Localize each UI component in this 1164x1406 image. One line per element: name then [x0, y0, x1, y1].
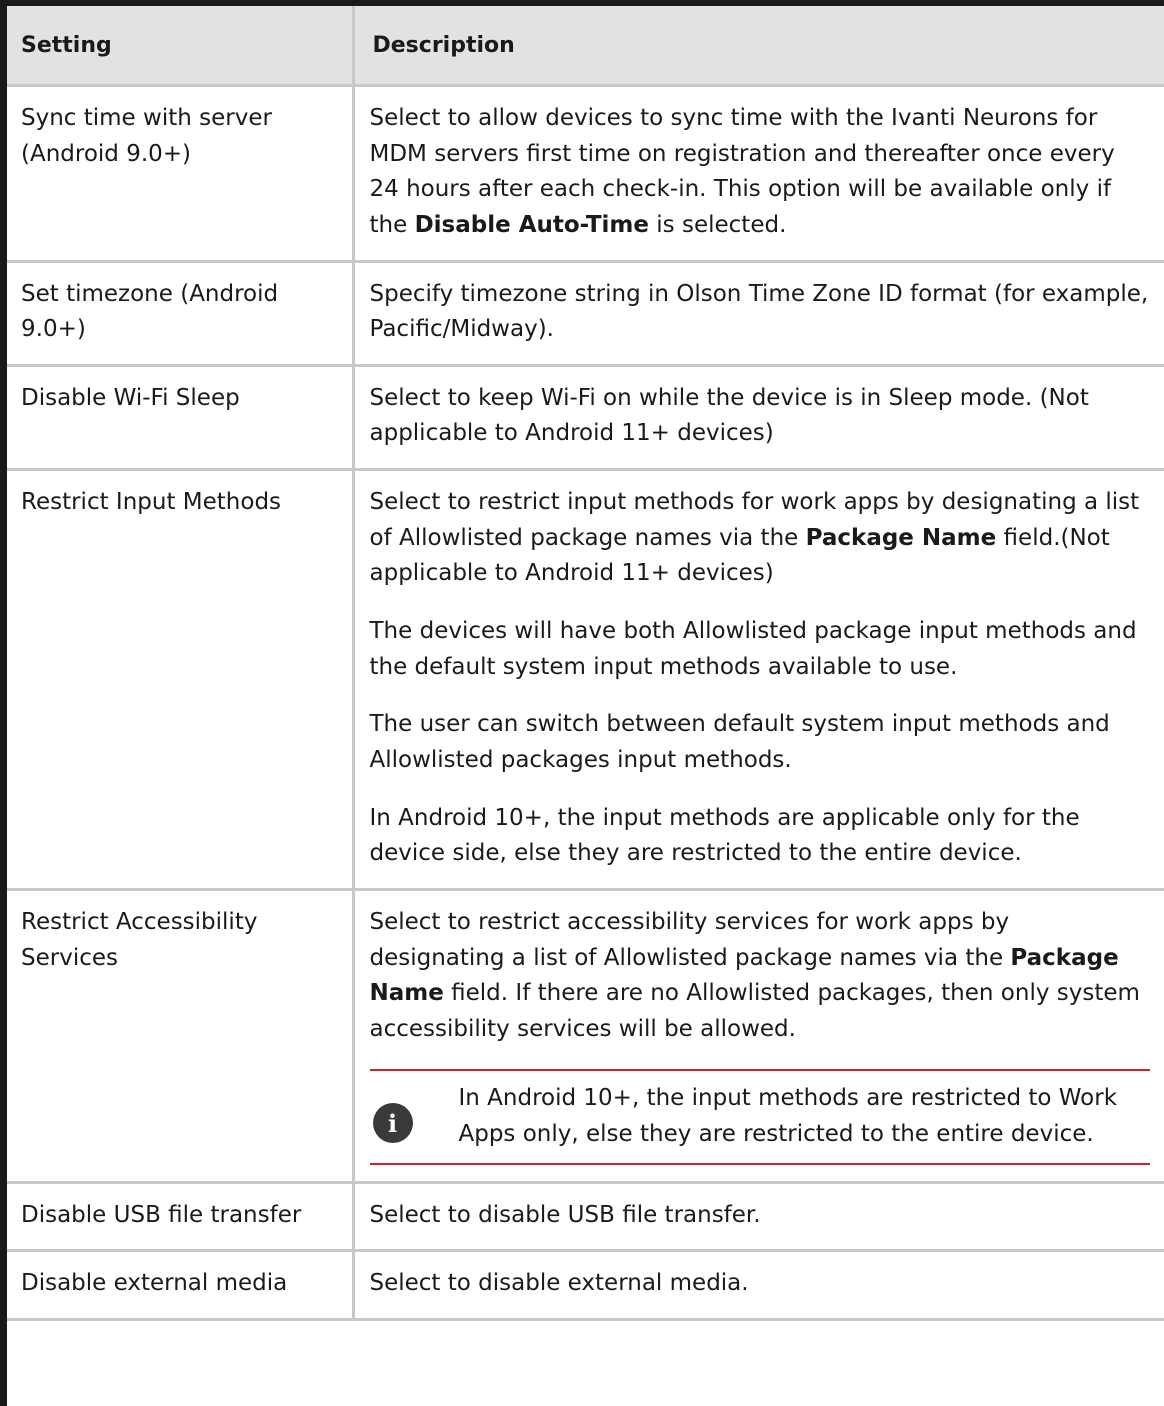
info-icon: i: [372, 1103, 413, 1144]
setting-name: Set timezone (Android 9.0+): [7, 261, 353, 367]
setting-name: Disable USB file transfer: [7, 1182, 353, 1253]
setting-description: Select to allow devices to sync time wit…: [351, 85, 1164, 263]
description-text: is selected.: [648, 211, 787, 238]
table-row: Disable external media Select to disable …: [7, 1250, 1164, 1322]
description-paragraph: Specify timezone string in Olson Time Zo…: [370, 277, 1151, 348]
setting-description: Specify timezone string in Olson Time Zo…: [351, 261, 1164, 367]
setting-description: Select to disable external media.: [351, 1250, 1164, 1322]
description-text: The user can switch between default syst…: [369, 711, 1110, 773]
setting-description: Select to disable USB file transfer.: [351, 1182, 1164, 1253]
table-header-row: Setting Description: [7, 6, 1164, 87]
table-row: Restrict Accessibility Services Select to…: [7, 889, 1164, 1184]
setting-name: Disable Wi-Fi Sleep: [7, 365, 353, 472]
table-row: Restrict Input Methods Select to restrict…: [7, 469, 1164, 891]
setting-description: Select to keep Wi-Fi on while the device…: [351, 365, 1164, 472]
description-paragraph: Select to allow devices to sync time wit…: [370, 101, 1151, 244]
setting-description: Select to restrict accessibility service…: [351, 889, 1164, 1184]
table-row: Sync time with server (Android 9.0+) Sele…: [7, 85, 1164, 263]
description-paragraph: Select to keep Wi-Fi on while the device…: [370, 381, 1151, 452]
setting-description: Select to restrict input methods for wor…: [351, 469, 1164, 891]
description-text: field. If there are no Allowlisted packa…: [369, 980, 1140, 1042]
note-text: In Android 10+, the input methods are re…: [458, 1085, 1118, 1148]
column-header-description: Description: [351, 6, 1164, 87]
description-text: Select to keep Wi-Fi on while the device…: [369, 384, 1089, 447]
ui-term: Disable Auto-Time: [414, 211, 649, 238]
description-text: Select to restrict accessibility service…: [369, 908, 1011, 971]
column-header-setting: Setting: [7, 6, 353, 87]
setting-name: Restrict Input Methods: [7, 469, 353, 891]
document-page: Setting Description Sync time with serve…: [0, 0, 1164, 1406]
info-note: i In Android 10+, the input methods are r…: [369, 1069, 1150, 1165]
description-paragraph: The devices will have both Allowlisted p…: [370, 614, 1151, 685]
description-paragraph: Select to restrict accessibility service…: [370, 905, 1151, 1048]
table-row: Disable USB file transfer Select to disab…: [7, 1182, 1164, 1253]
description-text: Specify timezone string in Olson Time Zo…: [369, 280, 1149, 343]
setting-name: Restrict Accessibility Services: [7, 889, 353, 1184]
setting-name: Sync time with server (Android 9.0+): [7, 85, 353, 263]
left-border: [0, 0, 7, 1406]
description-paragraph: In Android 10+, the input methods are ap…: [370, 801, 1151, 872]
table-row: Set timezone (Android 9.0+) Specify timez…: [7, 261, 1164, 367]
ui-term: Package Name: [805, 524, 997, 551]
description-paragraph: The user can switch between default syst…: [370, 707, 1151, 778]
setting-name: Disable external media: [7, 1250, 353, 1322]
description-text: Select to disable USB file transfer.: [369, 1201, 761, 1228]
description-paragraph: Select to disable USB file transfer.: [370, 1198, 1151, 1234]
description-text: The devices will have both Allowlisted p…: [369, 618, 1137, 680]
description-text: In Android 10+, the input methods are ap…: [369, 804, 1080, 867]
description-text: Select to disable external media.: [369, 1270, 749, 1297]
description-paragraph: Select to disable external media.: [370, 1266, 1151, 1302]
table-row: Disable Wi-Fi Sleep Select to keep Wi-Fi …: [7, 365, 1164, 472]
settings-table: Setting Description Sync time with serve…: [7, 6, 1164, 1322]
description-paragraph: Select to restrict input methods for wor…: [370, 485, 1151, 592]
